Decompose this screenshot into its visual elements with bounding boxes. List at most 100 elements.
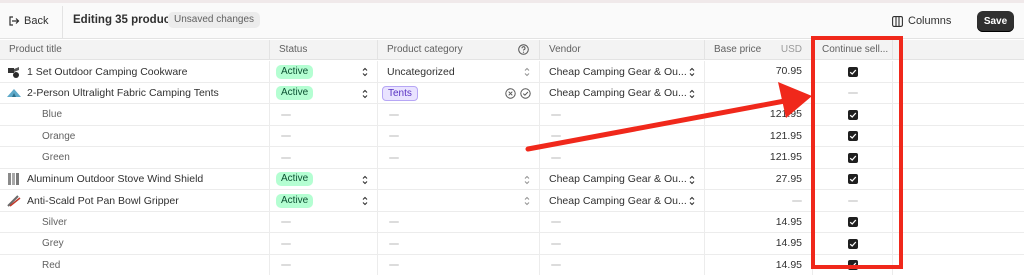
category-cell[interactable]: Uncategorized — [378, 61, 540, 83]
back-label: Back — [24, 15, 49, 27]
continue-selling-checkbox[interactable] — [847, 238, 858, 249]
status-cell — [270, 125, 378, 147]
vendor-cell[interactable]: Cheap Camping Gear & Ou... — [540, 190, 705, 212]
category-cell[interactable] — [378, 168, 540, 190]
empty-dash — [792, 199, 802, 202]
vendor-cell — [540, 104, 705, 126]
price-value: 27.95 — [775, 172, 802, 185]
clear-icon[interactable] — [505, 87, 516, 99]
back-arrow-icon — [9, 16, 20, 26]
checkmark-icon — [849, 112, 856, 118]
price-cell[interactable]: 27.95 — [705, 168, 813, 190]
vendor-cell[interactable]: Cheap Camping Gear & Ou... — [540, 61, 705, 83]
status-cell — [270, 254, 378, 275]
status-cell[interactable]: Active — [270, 168, 378, 190]
product-title-cell[interactable]: 1 Set Outdoor Camping Cookware — [0, 61, 270, 83]
category-cell — [378, 211, 540, 233]
continue-selling-cell[interactable] — [813, 211, 893, 233]
vendor-cell[interactable]: Cheap Camping Gear & Ou... — [540, 82, 705, 104]
help-icon[interactable] — [518, 44, 529, 55]
continue-selling-cell[interactable] — [813, 254, 893, 275]
continue-selling-checkbox[interactable] — [847, 109, 858, 120]
variant-title: Silver — [42, 216, 68, 228]
price-cell[interactable]: 121.95 — [705, 125, 813, 147]
price-cell — [705, 82, 813, 104]
checkmark-icon — [849, 262, 856, 269]
product-title: 2-Person Ultralight Fabric Camping Tents — [27, 87, 219, 100]
product-title-cell[interactable]: Anti-Scald Pot Pan Bowl Gripper — [0, 190, 270, 212]
continue-selling-checkbox[interactable] — [847, 260, 858, 271]
select-chevron-icon — [524, 175, 530, 184]
column-header-product-title[interactable]: Product title — [0, 40, 270, 60]
select-chevron-icon — [362, 196, 368, 206]
category-cell[interactable] — [378, 190, 540, 212]
header-divider — [62, 6, 63, 39]
price-cell[interactable]: 121.95 — [705, 147, 813, 169]
empty-dash — [281, 113, 291, 116]
price-cell[interactable]: 14.95 — [705, 233, 813, 255]
variant-title: Red — [42, 259, 61, 271]
table-row: 2-Person Ultralight Fabric Camping Tents… — [0, 82, 1024, 104]
status-cell[interactable]: Active — [270, 82, 378, 104]
confirm-icon[interactable] — [520, 87, 531, 99]
cookware-thumbnail — [8, 66, 19, 78]
price-cell[interactable]: 14.95 — [705, 254, 813, 275]
status-cell[interactable]: Active — [270, 190, 378, 212]
empty-dash — [389, 135, 399, 138]
price-cell[interactable]: 70.95 — [705, 61, 813, 83]
continue-selling-cell — [813, 82, 893, 104]
vendor-cell[interactable]: Cheap Camping Gear & Ou... — [540, 168, 705, 190]
empty-dash — [847, 199, 858, 202]
variant-title: Orange — [42, 130, 76, 142]
continue-selling-checkbox[interactable] — [847, 152, 858, 163]
currency-label: USD — [780, 44, 802, 55]
variant-title-cell: Red — [0, 254, 270, 275]
column-header-status[interactable]: Status — [270, 40, 378, 60]
save-button[interactable]: Save — [977, 11, 1014, 32]
variant-title: Green — [42, 152, 70, 164]
status-cell[interactable]: Active — [270, 61, 378, 83]
empty-dash — [551, 113, 561, 116]
columns-button[interactable]: Columns — [892, 12, 951, 30]
continue-selling-cell[interactable] — [813, 233, 893, 255]
product-title-cell[interactable]: 2-Person Ultralight Fabric Camping Tents — [0, 82, 270, 104]
columns-icon — [892, 15, 903, 27]
column-header-vendor[interactable]: Vendor — [540, 40, 705, 60]
vendor-cell — [540, 125, 705, 147]
empty-dash — [281, 156, 291, 159]
vendor-cell — [540, 147, 705, 169]
price-cell[interactable]: 14.95 — [705, 211, 813, 233]
vendor-cell — [540, 254, 705, 275]
empty-dash — [389, 242, 399, 245]
column-header-continue-selling[interactable]: Continue sell... — [813, 40, 893, 60]
variant-row: Red 14.95 — [0, 254, 1024, 275]
category-cell — [378, 233, 540, 255]
back-button[interactable]: Back — [8, 11, 56, 31]
continue-selling-checkbox[interactable] — [847, 217, 858, 228]
continue-selling-checkbox[interactable] — [847, 66, 858, 77]
vendor-value: Cheap Camping Gear & Ou... — [549, 87, 687, 100]
continue-selling-checkbox[interactable] — [847, 174, 858, 185]
empty-dash — [281, 135, 291, 138]
continue-selling-cell[interactable] — [813, 125, 893, 147]
base-price-label: Base price — [714, 44, 762, 55]
vendor-value: Cheap Camping Gear & Ou... — [549, 194, 687, 207]
price-value: 121.95 — [769, 151, 802, 163]
price-cell[interactable]: 121.95 — [705, 104, 813, 126]
continue-selling-cell[interactable] — [813, 147, 893, 169]
variant-row: Blue 121.95 — [0, 104, 1024, 126]
product-title: Aluminum Outdoor Stove Wind Shield — [27, 173, 204, 186]
category-cell[interactable]: Tents — [378, 82, 540, 104]
product-title-cell[interactable]: Aluminum Outdoor Stove Wind Shield — [0, 168, 270, 190]
continue-selling-cell[interactable] — [813, 168, 893, 190]
continue-selling-cell[interactable] — [813, 104, 893, 126]
variant-title-cell: Silver — [0, 211, 270, 233]
category-cell — [378, 104, 540, 126]
continue-selling-checkbox[interactable] — [847, 131, 858, 142]
continue-selling-cell[interactable] — [813, 61, 893, 83]
column-header-product-category[interactable]: Product category — [378, 40, 540, 60]
column-header-base-price[interactable]: Base price USD — [705, 40, 813, 60]
product-category-label: Product category — [387, 44, 463, 55]
product-title: Anti-Scald Pot Pan Bowl Gripper — [27, 194, 179, 207]
bulk-editor-header: Back Editing 35 products Unsaved changes… — [0, 3, 1024, 39]
